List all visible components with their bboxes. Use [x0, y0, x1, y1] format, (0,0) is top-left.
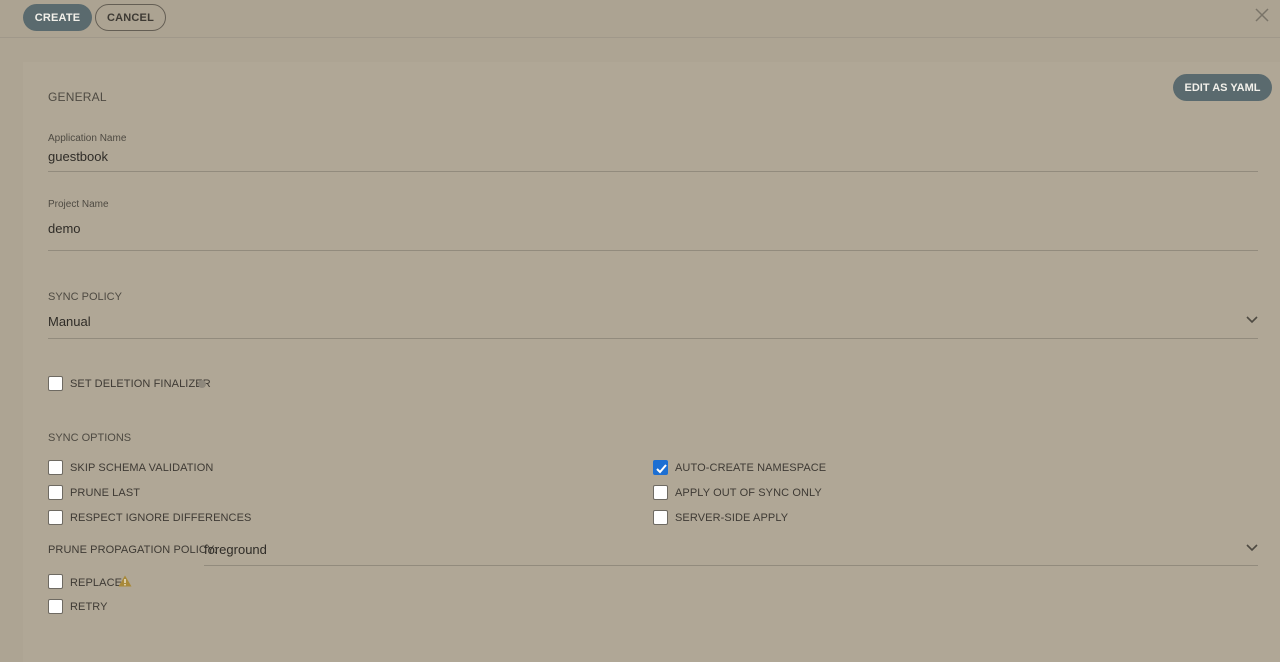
sync-policy-select[interactable]: Manual [48, 314, 91, 329]
server-side-apply-label: SERVER-SIDE APPLY [675, 512, 789, 524]
retry-checkbox[interactable] [48, 599, 63, 614]
application-name-label: Application Name [48, 133, 127, 144]
respect-ignore-differences-label: RESPECT IGNORE DIFFERENCES [70, 512, 252, 524]
prune-last-checkbox[interactable] [48, 485, 63, 500]
apply-out-of-sync-only-checkbox[interactable] [653, 485, 668, 500]
server-side-apply-checkbox[interactable] [653, 510, 668, 525]
respect-ignore-differences-checkbox[interactable] [48, 510, 63, 525]
prune-last-label: PRUNE LAST [70, 487, 141, 499]
replace-label: REPLACE [70, 577, 123, 589]
checkmark-icon [656, 464, 667, 474]
edit-as-yaml-button[interactable]: EDIT AS YAML [1173, 74, 1272, 101]
sync-policy-underline [48, 338, 1258, 339]
top-toolbar: CREATE CANCEL [0, 0, 1280, 38]
project-name-input[interactable]: demo [48, 221, 81, 236]
cancel-button[interactable]: CANCEL [95, 4, 166, 31]
apply-out-of-sync-only-label: APPLY OUT OF SYNC ONLY [675, 487, 822, 499]
warning-icon[interactable] [118, 575, 132, 587]
chevron-down-icon[interactable] [1246, 544, 1258, 552]
application-name-input[interactable]: guestbook [48, 149, 108, 164]
skip-schema-validation-checkbox[interactable] [48, 460, 63, 475]
project-name-label: Project Name [48, 199, 109, 210]
auto-create-namespace-checkbox[interactable] [653, 460, 668, 475]
sync-options-title: SYNC OPTIONS [48, 432, 132, 444]
create-button[interactable]: CREATE [23, 4, 92, 31]
sync-policy-label: SYNC POLICY [48, 291, 122, 303]
application-name-underline [48, 171, 1258, 172]
prune-propagation-policy-label: PRUNE PROPAGATION POLICY: [48, 544, 217, 556]
set-deletion-finalizer-checkbox[interactable] [48, 376, 63, 391]
replace-checkbox[interactable] [48, 574, 63, 589]
retry-label: RETRY [70, 601, 108, 613]
general-section-title: GENERAL [48, 90, 107, 104]
close-icon[interactable] [1255, 8, 1269, 22]
create-application-panel: EDIT AS YAML GENERAL Application Name gu… [23, 62, 1280, 662]
project-name-underline [48, 250, 1258, 251]
info-icon[interactable] [198, 380, 206, 388]
auto-create-namespace-label: AUTO-CREATE NAMESPACE [675, 462, 827, 474]
chevron-down-icon[interactable] [1246, 316, 1258, 324]
prune-propagation-policy-select[interactable]: foreground [204, 542, 267, 557]
skip-schema-validation-label: SKIP SCHEMA VALIDATION [70, 462, 214, 474]
prune-propagation-policy-underline [204, 565, 1258, 566]
set-deletion-finalizer-label: SET DELETION FINALIZER [70, 378, 211, 390]
